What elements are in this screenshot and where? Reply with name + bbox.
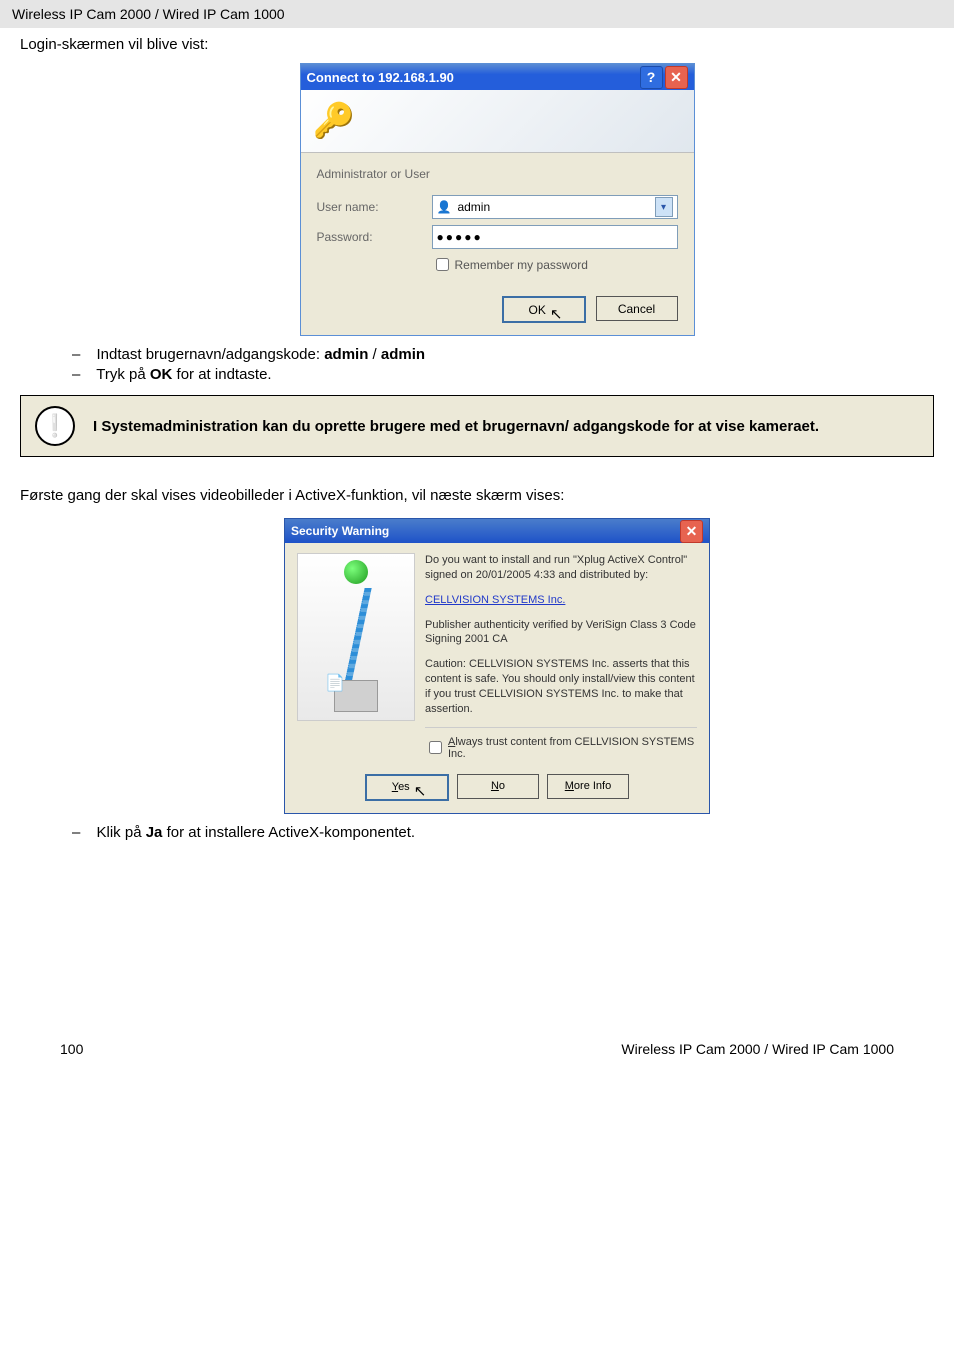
note-text: I Systemadministration kan du oprette br…	[93, 418, 819, 435]
security-caution: Caution: CELLVISION SYSTEMS Inc. asserts…	[425, 657, 697, 716]
list-item: Tryk på OK for at indtaste.	[100, 366, 934, 383]
cursor-icon: ↖	[550, 305, 563, 323]
globe-icon	[344, 560, 368, 584]
paragraph-2: Første gang der skal vises videobilleder…	[20, 487, 934, 504]
username-field[interactable]: 👤 admin ▾	[432, 195, 678, 219]
security-question: Do you want to install and run "Xplug Ac…	[425, 553, 697, 583]
note-box: ❕ I Systemadministration kan du oprette …	[20, 395, 934, 457]
instruction-list-1: Indtast brugernavn/adgangskode: admin / …	[100, 346, 934, 383]
security-verified: Publisher authenticity verified by VeriS…	[425, 618, 697, 648]
instruction-list-2: Klik på Ja for at installere ActiveX-kom…	[100, 824, 934, 841]
security-artwork	[297, 553, 415, 721]
connect-banner: 🔑	[301, 90, 694, 153]
security-titlebar: Security Warning ✕	[285, 519, 709, 543]
close-button[interactable]: ✕	[665, 66, 688, 89]
more-info-button[interactable]: More Info	[547, 774, 629, 799]
username-value: admin	[457, 200, 490, 214]
no-button[interactable]: No	[457, 774, 539, 799]
close-button[interactable]: ✕	[680, 520, 703, 543]
list-item: Klik på Ja for at installere ActiveX-kom…	[100, 824, 934, 841]
page-number: 100	[60, 1041, 83, 1057]
yes-button[interactable]: Yes ↖	[365, 774, 449, 801]
ok-button[interactable]: OK ↖	[502, 296, 586, 323]
always-trust-checkbox[interactable]	[429, 741, 442, 754]
list-item: Indtast brugernavn/adgangskode: admin / …	[100, 346, 934, 363]
note-icon: ❕	[35, 406, 75, 446]
cursor-icon: ↖	[414, 782, 427, 800]
cancel-button[interactable]: Cancel	[596, 296, 678, 321]
header-title: Wireless IP Cam 2000 / Wired IP Cam 1000	[12, 6, 285, 22]
user-icon: 👤	[437, 200, 452, 214]
keys-icon: 🔑	[313, 101, 355, 141]
document-header: Wireless IP Cam 2000 / Wired IP Cam 1000	[0, 0, 954, 28]
password-value: ●●●●●	[437, 230, 483, 244]
security-title-text: Security Warning	[291, 524, 389, 538]
connect-heading: Administrator or User	[317, 167, 678, 181]
username-dropdown-icon[interactable]: ▾	[655, 197, 673, 217]
username-label: User name:	[317, 200, 432, 214]
remember-label: Remember my password	[455, 258, 588, 272]
connect-title-text: Connect to 192.168.1.90	[307, 70, 454, 85]
password-label: Password:	[317, 230, 432, 244]
connect-dialog: Connect to 192.168.1.90 ? ✕ 🔑 Administra…	[300, 63, 695, 336]
intro-text: Login-skærmen vil blive vist:	[20, 36, 934, 53]
password-field[interactable]: ●●●●●	[432, 225, 678, 249]
publisher-link[interactable]: CELLVISION SYSTEMS Inc.	[425, 594, 565, 606]
computer-icon	[334, 680, 378, 712]
connect-titlebar: Connect to 192.168.1.90 ? ✕	[301, 64, 694, 90]
remember-checkbox[interactable]	[436, 258, 449, 271]
help-button[interactable]: ?	[640, 66, 663, 89]
always-trust-label: Always trust content from CELLVISION SYS…	[448, 736, 697, 760]
security-warning-dialog: Security Warning ✕ Do you want to instal…	[284, 518, 710, 814]
footer-title: Wireless IP Cam 2000 / Wired IP Cam 1000	[621, 1041, 894, 1057]
